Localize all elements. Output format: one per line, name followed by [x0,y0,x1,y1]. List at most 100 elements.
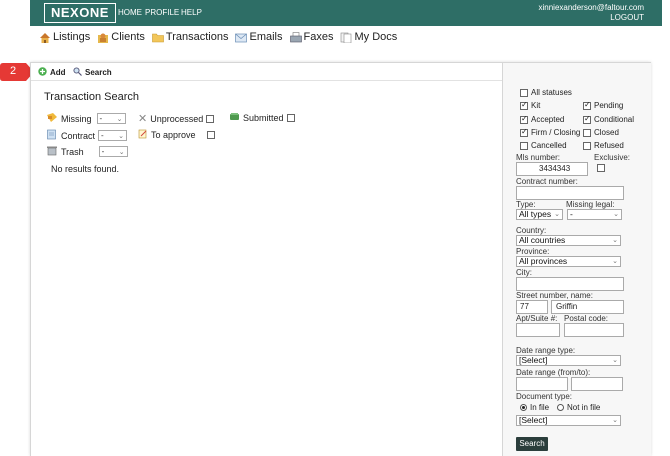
province-select[interactable]: All provinces ⌄ [516,256,621,267]
nav-clients-label: Clients [111,31,145,43]
date-range-type-label: Date range type: [516,346,576,355]
city-input[interactable] [516,277,624,291]
not-in-file-radio[interactable] [557,404,564,411]
conditional-option[interactable]: Conditional [583,114,634,124]
country-select-value: All countries [519,235,566,245]
chevron-down-icon: ⌄ [612,237,618,244]
refused-checkbox[interactable] [583,141,591,150]
nav-faxes[interactable]: Faxes [289,30,333,44]
trash-filter: Trash - ⌄ [46,145,128,158]
submitted-checkbox[interactable] [286,113,295,122]
missing-select-value: - [99,114,103,123]
nav-my-docs[interactable]: My Docs [340,30,397,44]
date-from-input[interactable] [516,377,568,391]
unprocessed-checkbox[interactable] [206,114,215,123]
chevron-down-icon: ⌄ [118,149,125,156]
exclusive-checkbox[interactable] [597,164,605,172]
search-toolbar-button[interactable]: Search [73,67,112,78]
apt-suite-input[interactable] [516,323,560,337]
trash-select-value: - [101,147,105,156]
main-container: Add Search Transaction Search Missing - [30,62,651,456]
nav-listings[interactable]: Listings [39,30,90,44]
nav-emails-label: Emails [249,31,283,43]
contract-icon [46,129,58,142]
contract-select-value: - [101,131,104,140]
mls-number-input[interactable]: 3434343 [516,162,588,176]
search-icon [73,67,82,78]
date-to-input[interactable] [571,377,623,391]
date-range-label: Date range (from/to): [516,368,591,377]
missing-select[interactable]: - ⌄ [96,113,126,124]
kit-option[interactable]: Kit [520,100,540,110]
refused-option[interactable]: Refused [583,141,624,150]
pending-option[interactable]: Pending [583,100,623,110]
add-icon [38,67,47,78]
missing-filter: Missing - ⌄ [46,112,126,125]
pending-checkbox[interactable] [583,100,591,110]
country-select[interactable]: All countries ⌄ [516,235,621,246]
firm-closing-option[interactable]: Firm / Closing [520,127,581,137]
chevron-down-icon: ⌄ [118,133,125,140]
cancelled-checkbox[interactable] [520,141,528,150]
missing-legal-label: Missing legal: [566,200,615,209]
search-button[interactable]: Search [516,437,548,451]
all-statuses-checkbox[interactable] [520,88,528,97]
in-file-option[interactable]: In file [520,403,549,412]
nav-profile-link[interactable]: PROFILE [145,8,179,17]
type-select[interactable]: All types ⌄ [516,209,563,220]
trash-select[interactable]: - ⌄ [98,146,128,157]
contract-select[interactable]: - ⌄ [98,130,128,141]
accepted-option[interactable]: Accepted [520,114,564,124]
conditional-checkbox[interactable] [583,114,591,124]
province-select-value: All provinces [519,256,568,266]
chevron-down-icon: ⌄ [554,211,560,218]
street-number-input[interactable]: 77 [516,300,548,314]
main-nav: Listings Clients Transactions Emails Fax… [39,30,397,44]
chevron-down-icon: ⌄ [612,258,618,265]
all-statuses-option[interactable]: All statuses [520,88,572,97]
search-toolbar-label: Search [85,68,112,77]
closed-option[interactable]: Closed [583,128,619,137]
add-button-label: Add [50,68,66,77]
nav-emails[interactable]: Emails [235,30,283,44]
not-in-file-option[interactable]: Not in file [557,403,600,412]
date-range-type-select[interactable]: [Select] ⌄ [516,355,621,366]
nav-clients[interactable]: Clients [97,30,145,44]
user-email: xinniexanderson@faltour.com [538,3,644,12]
unprocessed-label: Unprocessed [150,113,204,124]
fax-icon [289,31,302,43]
firm-closing-checkbox[interactable] [520,127,528,137]
documents-icon [340,32,352,43]
to-approve-checkbox[interactable] [206,131,215,139]
document-type-select[interactable]: [Select] ⌄ [516,415,621,426]
page-title: Transaction Search [44,91,139,103]
nav-transactions[interactable]: Transactions [152,30,228,44]
logout-link[interactable]: LOGOUT [610,13,644,22]
in-file-label: In file [530,403,550,412]
postal-code-input[interactable] [564,323,624,337]
contract-number-input[interactable] [516,186,624,200]
in-file-radio[interactable] [520,404,527,411]
kit-checkbox[interactable] [520,100,528,110]
add-button[interactable]: Add [38,67,66,78]
nav-home-link[interactable]: HOME [118,8,142,17]
contract-label: Contract [61,130,96,141]
missing-label: Missing [61,113,92,124]
document-type-label: Document type: [516,392,573,401]
province-label: Province: [516,247,550,256]
contract-filter: Contract - ⌄ [46,129,128,142]
nexone-logo[interactable]: NEXONE [44,3,116,23]
submitted-icon [229,112,240,123]
document-type-value: [Select] [519,415,548,425]
missing-legal-select[interactable]: - ⌄ [567,209,622,220]
apt-suite-label: Apt/Suite #: [516,314,558,323]
accepted-checkbox[interactable] [520,114,528,124]
closed-checkbox[interactable] [583,128,591,137]
nav-help-link[interactable]: HELP [181,8,202,17]
cancelled-option[interactable]: Cancelled [520,141,567,150]
firm-closing-label: Firm / Closing [531,128,581,137]
missing-icon [46,112,58,125]
to-approve-filter: To approve [138,129,215,141]
to-approve-label: To approve [151,130,196,140]
street-name-input[interactable]: Griffin [551,300,624,314]
